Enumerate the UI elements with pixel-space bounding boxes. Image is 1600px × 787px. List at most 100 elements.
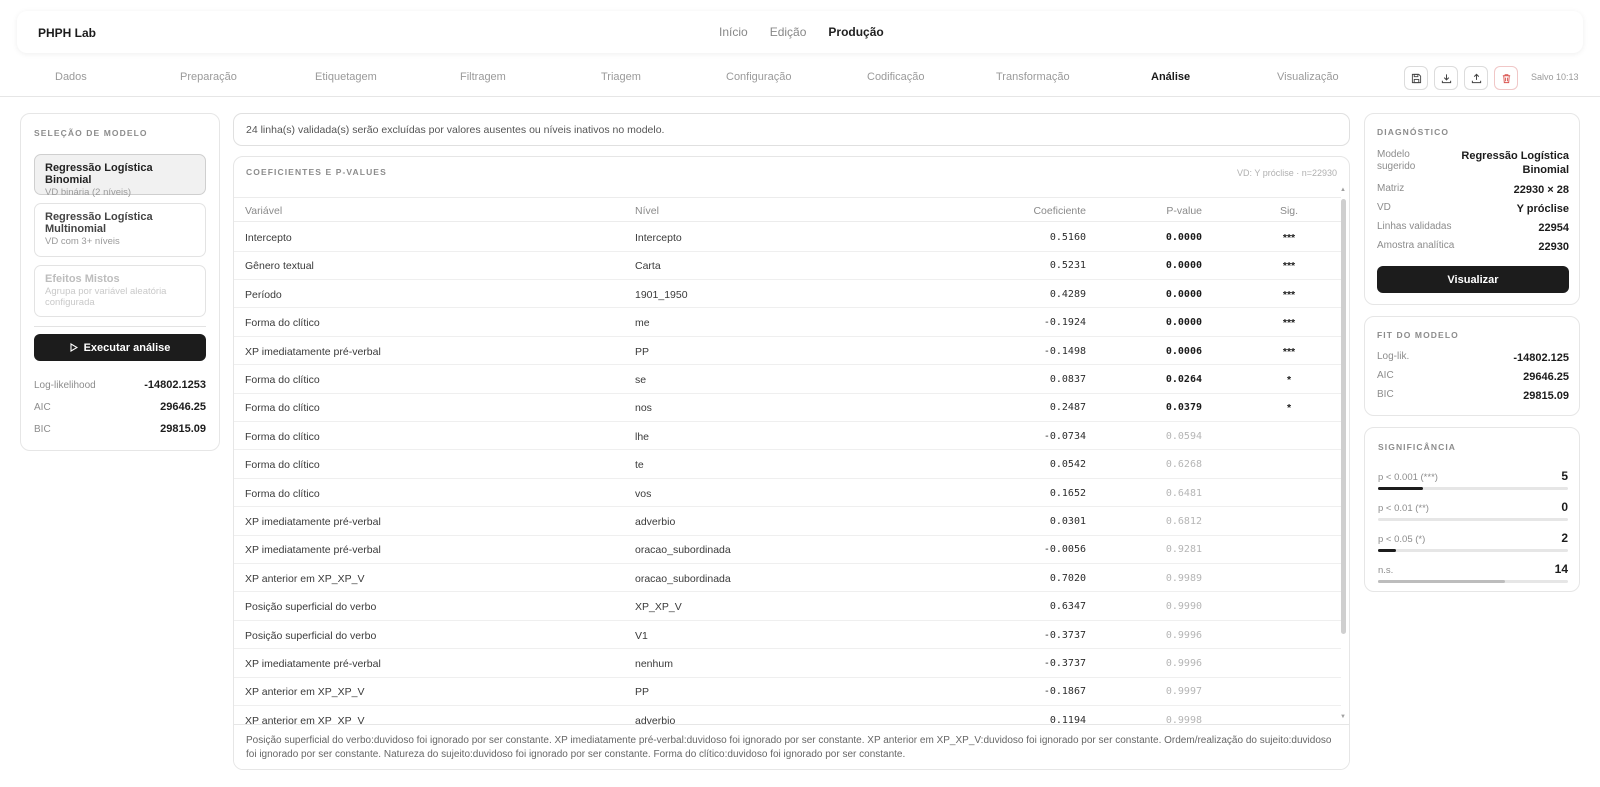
cell-variavel: XP imediatamente pré-verbal	[245, 658, 381, 670]
sig-count: 2	[1561, 531, 1568, 545]
cell-pvalue: 0.0000	[1165, 288, 1202, 300]
download-button[interactable]	[1434, 66, 1458, 90]
step-visualizacao[interactable]: Visualização	[1277, 71, 1339, 83]
sig-bar	[1378, 549, 1568, 552]
model-option-title: Efeitos Mistos	[45, 273, 120, 285]
scrollbar-thumb[interactable]	[1341, 199, 1346, 634]
table-row[interactable]: XP imediatamente pré-verbal oracao_subord…	[234, 535, 1341, 564]
step-filtragem[interactable]: Filtragem	[460, 71, 506, 83]
cell-variavel: Posição superficial do verbo	[245, 601, 377, 614]
table-row[interactable]: XP imediatamente pré-verbal PP -0.1498 0.00…	[234, 337, 1341, 366]
cell-nivel: se	[635, 374, 647, 386]
sig-bar	[1378, 518, 1568, 521]
sig-bar	[1378, 487, 1568, 490]
model-option-subtitle: VD binária (2 níveis)	[45, 187, 132, 198]
cell-variavel: XP anterior em XP_XP_V	[245, 572, 365, 585]
stat-key: BIC	[34, 424, 51, 435]
cell-pvalue: 0.0264	[1165, 374, 1202, 385]
diag-value: Y próclise	[1516, 203, 1569, 215]
save-button[interactable]	[1404, 66, 1428, 90]
brand-logo[interactable]: PHPH Lab	[38, 26, 96, 40]
table-row[interactable]: Forma do clítico vos 0.1652 0.6481	[234, 479, 1341, 508]
upload-button[interactable]	[1464, 66, 1488, 90]
table-row[interactable]: Período 1901_1950 0.4289 0.0000 ***	[234, 280, 1341, 309]
col-variavel[interactable]: Variável	[245, 205, 282, 217]
cell-variavel: Gênero textual	[245, 260, 314, 273]
topnav-item-edicao[interactable]: Edição	[770, 25, 807, 39]
table-row[interactable]: Intercepto Intercepto 0.5160 0.0000 ***	[234, 223, 1341, 252]
model-option-title: Regressão Logística Binomial	[45, 162, 153, 186]
cell-sig: ***	[1282, 345, 1296, 358]
topnav-item-producao[interactable]: Produção	[828, 25, 883, 39]
topnav-item-inicio[interactable]: Início	[719, 25, 748, 39]
cell-coeficiente: 0.6347	[1049, 601, 1086, 613]
cell-coeficiente: -0.1498	[1043, 345, 1086, 357]
table-row[interactable]: Forma do clítico lhe -0.0734 0.0594	[234, 422, 1341, 451]
scroll-down-arrow[interactable]: ▼	[1340, 714, 1346, 720]
step-codificacao[interactable]: Codificação	[867, 71, 924, 83]
col-coeficiente[interactable]: Coeficiente	[1033, 205, 1086, 217]
col-pvalue[interactable]: P-value	[1166, 205, 1202, 217]
cell-nivel: Intercepto	[635, 232, 682, 244]
cell-coeficiente: -0.3737	[1043, 629, 1086, 641]
table-row[interactable]: Forma do clítico nos 0.2487 0.0379 *	[234, 393, 1341, 422]
model-selection-panel: SELEÇÃO DE MODELO Regressão Logística Bi…	[20, 113, 220, 451]
cell-pvalue: 0.0000	[1165, 232, 1202, 243]
step-triagem[interactable]: Triagem	[601, 71, 641, 83]
model-option-multinomial[interactable]: Regressão Logística Multinomial VD com 3…	[34, 203, 206, 257]
step-transformacao[interactable]: Transformação	[996, 71, 1070, 83]
step-etiquetagem[interactable]: Etiquetagem	[315, 71, 377, 83]
col-nivel[interactable]: Nível	[635, 205, 659, 217]
table-scrollbar[interactable]	[1341, 199, 1346, 734]
cell-coeficiente: 0.0837	[1049, 374, 1086, 385]
table-row[interactable]: Forma do clítico te 0.0542 0.6268	[234, 450, 1341, 479]
sig-bar	[1378, 580, 1568, 583]
cell-nivel: lhe	[635, 430, 650, 443]
table-row[interactable]: Forma do clítico me -0.1924 0.0000 ***	[234, 308, 1341, 337]
cell-nivel: V1	[635, 629, 648, 642]
fit-aic: AIC 29646.25	[1377, 370, 1569, 384]
model-option-binomial[interactable]: Regressão Logística Binomial VD binária …	[34, 154, 206, 198]
delete-button[interactable]	[1494, 66, 1518, 90]
diag-key: Matriz	[1377, 183, 1405, 194]
cell-variavel: Intercepto	[245, 232, 292, 244]
save-icon	[1411, 73, 1421, 83]
table-row[interactable]: XP anterior em XP_XP_V oracao_subordinada…	[234, 564, 1341, 593]
exclusion-notice: 24 linha(s) validada(s) serão excluídas …	[233, 113, 1350, 146]
table-row[interactable]: XP imediatamente pré-verbal nenhum -0.3737…	[234, 649, 1341, 678]
table-row[interactable]: Forma do clítico se 0.0837 0.0264 *	[234, 365, 1341, 394]
fit-key: BIC	[1377, 389, 1394, 400]
table-row[interactable]: XP anterior em XP_XP_V PP -0.1867 0.9997	[234, 677, 1341, 706]
step-dados[interactable]: Dados	[55, 71, 87, 83]
vd-info: VD: Y próclise · n=22930	[1237, 168, 1337, 178]
stat-key: Log-likelihood	[34, 380, 96, 391]
step-analise[interactable]: Análise	[1151, 71, 1190, 83]
model-option-title: Regressão Logística Multinomial	[45, 211, 153, 235]
scroll-up-arrow[interactable]: ▲	[1340, 187, 1346, 193]
coefficients-table-card: COEFICIENTES E P-VALUES VD: Y próclise ·…	[233, 156, 1350, 770]
cell-pvalue: 0.0594	[1165, 430, 1202, 442]
table-row[interactable]: XP imediatamente pré-verbal adverbio 0.030…	[234, 507, 1341, 536]
significance-title: SIGNIFICÂNCIA	[1378, 442, 1457, 452]
diagnostic-panel: DIAGNÓSTICO Modelo sugerido Regressão Lo…	[1364, 113, 1580, 305]
sig-level-001: p < 0.001 (***) 5	[1378, 469, 1568, 490]
step-configuracao[interactable]: Configuração	[726, 71, 791, 83]
cell-sig: ***	[1282, 260, 1296, 273]
cell-sig: ***	[1282, 317, 1296, 330]
stat-bic: BIC 29815.09	[34, 423, 206, 435]
col-sig[interactable]: Sig.	[1274, 205, 1304, 217]
table-row[interactable]: Gênero textual Carta 0.5231 0.0000 ***	[234, 251, 1341, 280]
stat-value: 29646.25	[160, 401, 206, 413]
constant-variables-note: Posição superficial do verbo:duvidoso fo…	[234, 724, 1349, 769]
trash-icon	[1502, 73, 1510, 83]
visualize-button[interactable]: Visualizar	[1377, 266, 1569, 293]
sig-count: 0	[1561, 500, 1568, 514]
step-preparacao[interactable]: Preparação	[180, 71, 237, 83]
table-row[interactable]: Posição superficial do verbo XP_XP_V 0.634…	[234, 592, 1341, 621]
run-analysis-button[interactable]: Executar análise	[34, 334, 206, 361]
cell-coeficiente: 0.4289	[1049, 288, 1086, 300]
table-row[interactable]: Posição superficial do verbo V1 -0.3737 0.9…	[234, 621, 1341, 650]
diag-key: Amostra analítica	[1377, 240, 1455, 251]
diag-key: Modelo sugerido	[1377, 149, 1416, 172]
diag-value: 22930	[1538, 241, 1569, 253]
